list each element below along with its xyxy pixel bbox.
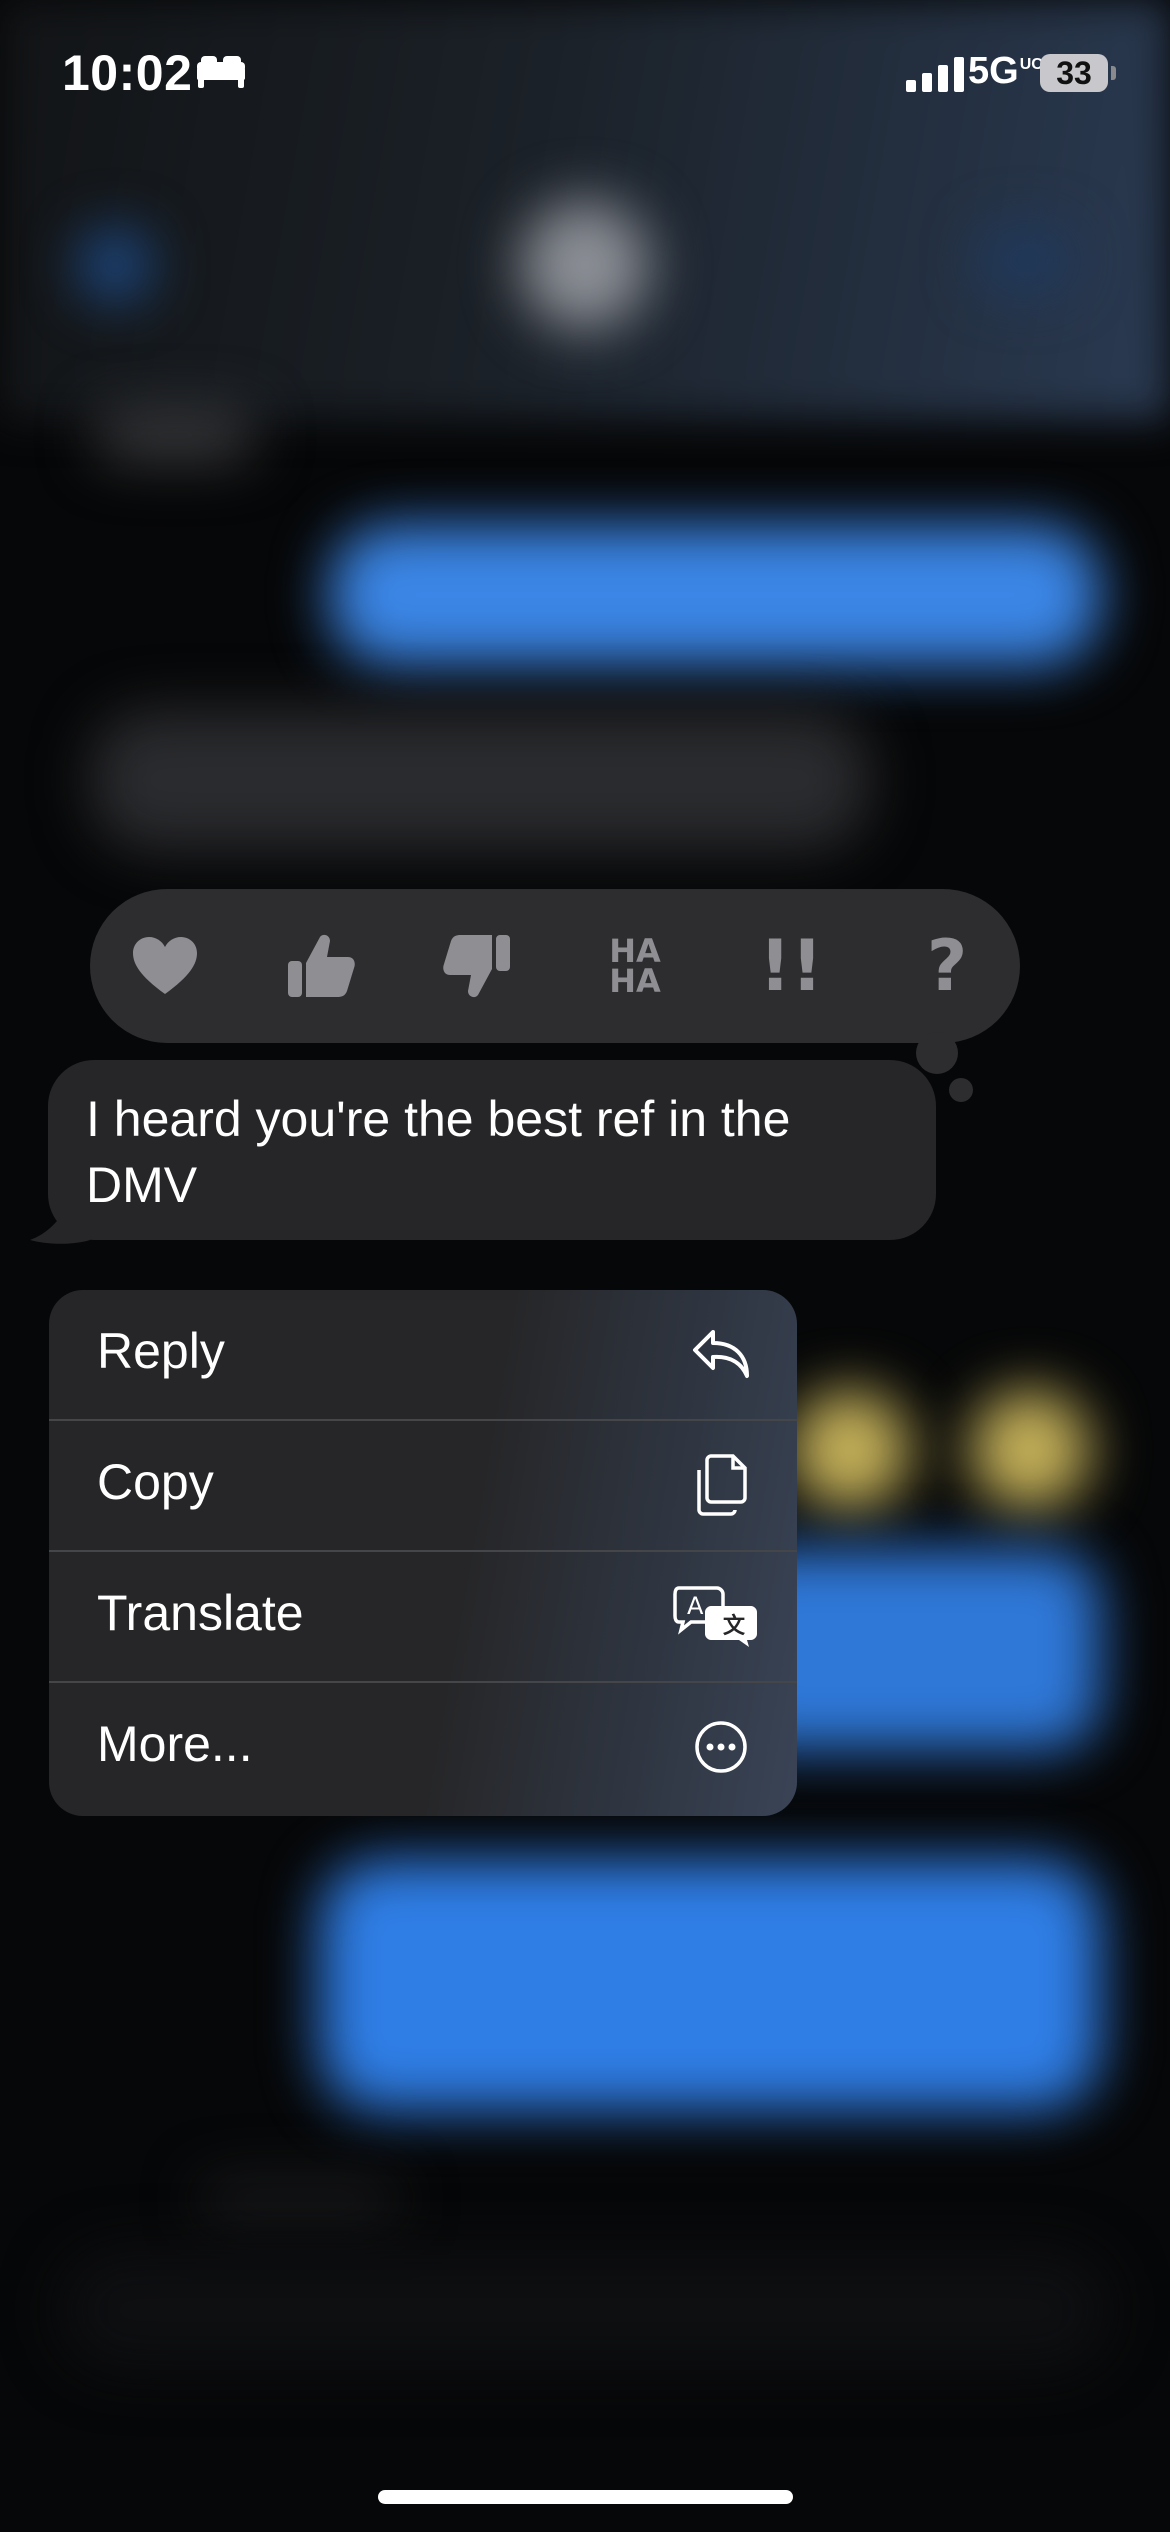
thumbs-up-icon [286, 933, 356, 999]
menu-item-copy[interactable]: Copy [49, 1421, 797, 1552]
menu-item-label: More... [97, 1716, 253, 1772]
haha-icon: HA HA [609, 932, 661, 1000]
reply-icon [685, 1318, 757, 1390]
home-indicator[interactable] [378, 2490, 793, 2504]
more-icon [685, 1711, 757, 1783]
menu-item-label: Translate [97, 1585, 304, 1641]
menu-item-more[interactable]: More... [49, 1683, 797, 1814]
exclamation-reaction[interactable]: !! [714, 889, 868, 1043]
thumbs-up-reaction[interactable] [244, 889, 398, 1043]
blurred-background [0, 0, 1170, 2532]
question-reaction[interactable]: ? [870, 889, 1024, 1043]
message-text: I heard you're the best ref in the DMV [86, 1091, 791, 1213]
menu-item-label: Copy [97, 1454, 214, 1510]
sleep-focus-icon [196, 54, 246, 95]
copy-icon [685, 1449, 757, 1521]
thumbs-down-reaction[interactable] [400, 889, 554, 1043]
svg-text:A: A [687, 1592, 704, 1620]
battery-indicator: 33 [1040, 54, 1108, 92]
svg-text:文: 文 [723, 1613, 746, 1639]
menu-item-label: Reply [97, 1323, 225, 1379]
tapback-tail-dot-small [949, 1078, 973, 1102]
exclamation-icon: !! [759, 925, 823, 1007]
heart-reaction[interactable] [88, 889, 242, 1043]
cellular-signal-icon [906, 56, 964, 92]
status-time: 10:02 [62, 45, 193, 101]
message-bubble[interactable]: I heard you're the best ref in the DMV [48, 1060, 936, 1240]
battery-cap [1111, 66, 1116, 80]
question-icon: ? [926, 925, 968, 1007]
network-type: 5GUC [968, 50, 1043, 92]
haha-reaction[interactable]: HA HA [558, 889, 712, 1043]
status-bar: 10:02 5GUC 33 [0, 0, 1170, 150]
thumbs-down-icon [442, 933, 512, 999]
context-menu: Reply Copy Translate A 文 More... [49, 1290, 797, 1816]
menu-item-reply[interactable]: Reply [49, 1290, 797, 1421]
menu-item-translate[interactable]: Translate A 文 [49, 1552, 797, 1683]
heart-icon [132, 936, 198, 996]
translate-icon: A 文 [671, 1580, 761, 1652]
